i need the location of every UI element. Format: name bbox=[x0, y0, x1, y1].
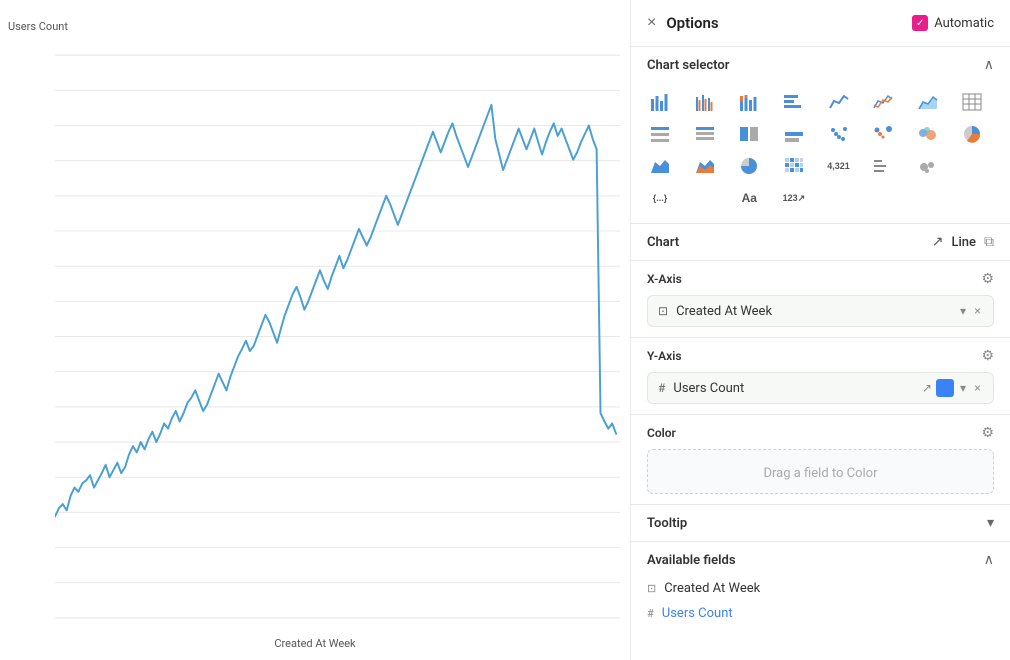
area-chart-button[interactable] bbox=[911, 87, 945, 117]
automatic-toggle[interactable]: ✓ Automatic bbox=[912, 15, 994, 31]
pie2-button[interactable] bbox=[955, 119, 989, 149]
chart-label: Chart bbox=[647, 235, 679, 250]
list2-chart-button[interactable] bbox=[688, 119, 722, 149]
automatic-checkbox[interactable]: ✓ bbox=[912, 15, 928, 31]
bar-single-button[interactable] bbox=[777, 119, 811, 149]
bar-chart-horiz-button[interactable] bbox=[777, 87, 811, 117]
close-button[interactable]: × bbox=[647, 15, 656, 31]
avail-fields-header: Available fields ∧ bbox=[647, 552, 994, 568]
chart-type-row: Chart ↗ Line ⧉ bbox=[631, 224, 1010, 261]
bar-chart-button[interactable] bbox=[643, 87, 677, 117]
scatter3-button[interactable] bbox=[911, 119, 945, 149]
pie-button[interactable] bbox=[732, 151, 766, 181]
avail-field-2-icon: # bbox=[647, 607, 654, 620]
yaxis-title: Y-Axis bbox=[647, 349, 682, 363]
yaxis-remove-button[interactable]: × bbox=[972, 379, 983, 397]
text-aa-button[interactable]: Aa bbox=[732, 183, 766, 213]
xaxis-field-actions: ▾ × bbox=[958, 302, 983, 320]
heatmap-button[interactable] bbox=[777, 151, 811, 181]
color-drag-area[interactable]: Drag a field to Color bbox=[647, 449, 994, 494]
line-chart-icon: ↗ bbox=[932, 234, 944, 250]
chart-type-right: ↗ Line ⧉ bbox=[932, 234, 994, 250]
line-chart-svg: 1,600 1,500 1,400 1,300 1,200 1,100 1,00… bbox=[55, 20, 620, 620]
chart-selector-grid: 4,321 {...} Aa 123↗ bbox=[631, 83, 1010, 223]
yaxis-field-icon: # bbox=[658, 381, 665, 395]
scatter-button[interactable] bbox=[822, 119, 856, 149]
chart-selector-header: Chart selector ∧ bbox=[631, 47, 1010, 83]
avail-fields-chevron[interactable]: ∧ bbox=[984, 552, 994, 568]
chart-selector-chevron[interactable]: ∧ bbox=[984, 57, 994, 73]
bubble2-button[interactable] bbox=[911, 151, 945, 181]
area3-button[interactable] bbox=[688, 151, 722, 181]
xaxis-remove-button[interactable]: × bbox=[972, 302, 983, 320]
tooltip-section[interactable]: Tooltip ▾ bbox=[631, 505, 1010, 542]
bar-chart-grouped-button[interactable] bbox=[688, 87, 722, 117]
number2-button[interactable] bbox=[866, 151, 900, 181]
yaxis-header: Y-Axis ⚙ bbox=[647, 348, 994, 364]
line-chart-button[interactable] bbox=[822, 87, 856, 117]
xaxis-field-icon: ⊡ bbox=[658, 304, 668, 318]
automatic-label: Automatic bbox=[934, 16, 994, 31]
xaxis-section: X-Axis ⚙ ⊡ Created At Week ▾ × bbox=[631, 261, 1010, 338]
tooltip-title: Tooltip bbox=[647, 516, 687, 531]
chart-type-label: Line bbox=[951, 235, 976, 250]
yaxis-field-actions: ↗ ▾ × bbox=[922, 379, 983, 397]
avail-field-1-name: Created At Week bbox=[664, 581, 760, 596]
json-button[interactable]: {...} bbox=[643, 183, 677, 213]
options-panel: × Options ✓ Automatic Chart selector ∧ bbox=[630, 0, 1010, 660]
chart-area: Users Count 1,600 1,500 1,400 1,300 1,20… bbox=[0, 0, 630, 660]
yaxis-dropdown-button[interactable]: ▾ bbox=[958, 379, 968, 397]
chart-type-left: Chart bbox=[647, 235, 679, 250]
panel-title: Options bbox=[666, 14, 718, 32]
avail-fields-title: Available fields bbox=[647, 553, 736, 568]
panel-header: × Options ✓ Automatic bbox=[631, 0, 1010, 47]
xaxis-settings-icon[interactable]: ⚙ bbox=[981, 271, 994, 287]
xaxis-title: X-Axis bbox=[647, 272, 682, 286]
color-title: Color bbox=[647, 426, 676, 440]
yaxis-settings-icon[interactable]: ⚙ bbox=[981, 348, 994, 364]
scatter2-button[interactable] bbox=[866, 119, 900, 149]
yaxis-section: Y-Axis ⚙ # Users Count ↗ ▾ × bbox=[631, 338, 1010, 415]
yaxis-trend-icon: ↗ bbox=[922, 381, 932, 395]
color-settings-icon[interactable]: ⚙ bbox=[981, 425, 994, 441]
yaxis-color-swatch[interactable] bbox=[936, 379, 954, 397]
color-section: Color ⚙ Drag a field to Color bbox=[631, 415, 1010, 505]
yaxis-field: # Users Count ↗ ▾ × bbox=[647, 372, 994, 404]
avail-field-1: ⊡ Created At Week bbox=[647, 576, 994, 601]
chart-selector-section: Chart selector ∧ bbox=[631, 47, 1010, 224]
y-axis-label: Users Count bbox=[8, 20, 68, 33]
line-chart-multi-button[interactable] bbox=[866, 87, 900, 117]
avail-field-1-icon: ⊡ bbox=[647, 582, 656, 595]
table-chart-button[interactable] bbox=[955, 87, 989, 117]
tooltip-chevron-icon[interactable]: ▾ bbox=[987, 515, 994, 531]
xaxis-header: X-Axis ⚙ bbox=[647, 271, 994, 287]
yaxis-field-name: Users Count bbox=[673, 381, 914, 396]
chart-selector-title: Chart selector bbox=[647, 58, 729, 73]
avail-field-2: # Users Count bbox=[647, 601, 994, 626]
number-button[interactable]: 4,321 bbox=[822, 151, 856, 181]
bar-chart-stacked-button[interactable] bbox=[732, 87, 766, 117]
color-header: Color ⚙ bbox=[647, 425, 994, 441]
copy-icon[interactable]: ⧉ bbox=[984, 234, 994, 250]
list-chart-button[interactable] bbox=[643, 119, 677, 149]
color-drag-text: Drag a field to Color bbox=[763, 466, 877, 481]
xaxis-field: ⊡ Created At Week ▾ × bbox=[647, 295, 994, 327]
available-fields-section: Available fields ∧ ⊡ Created At Week # U… bbox=[631, 542, 1010, 636]
xaxis-field-name: Created At Week bbox=[676, 304, 950, 319]
avail-field-2-name: Users Count bbox=[662, 606, 733, 621]
panel-header-left: × Options bbox=[647, 14, 719, 32]
metric-button[interactable]: 123↗ bbox=[777, 183, 811, 213]
x-axis-label: Created At Week bbox=[274, 637, 355, 650]
xaxis-dropdown-button[interactable]: ▾ bbox=[958, 302, 968, 320]
area2-button[interactable] bbox=[643, 151, 677, 181]
list3-chart-button[interactable] bbox=[732, 119, 766, 149]
